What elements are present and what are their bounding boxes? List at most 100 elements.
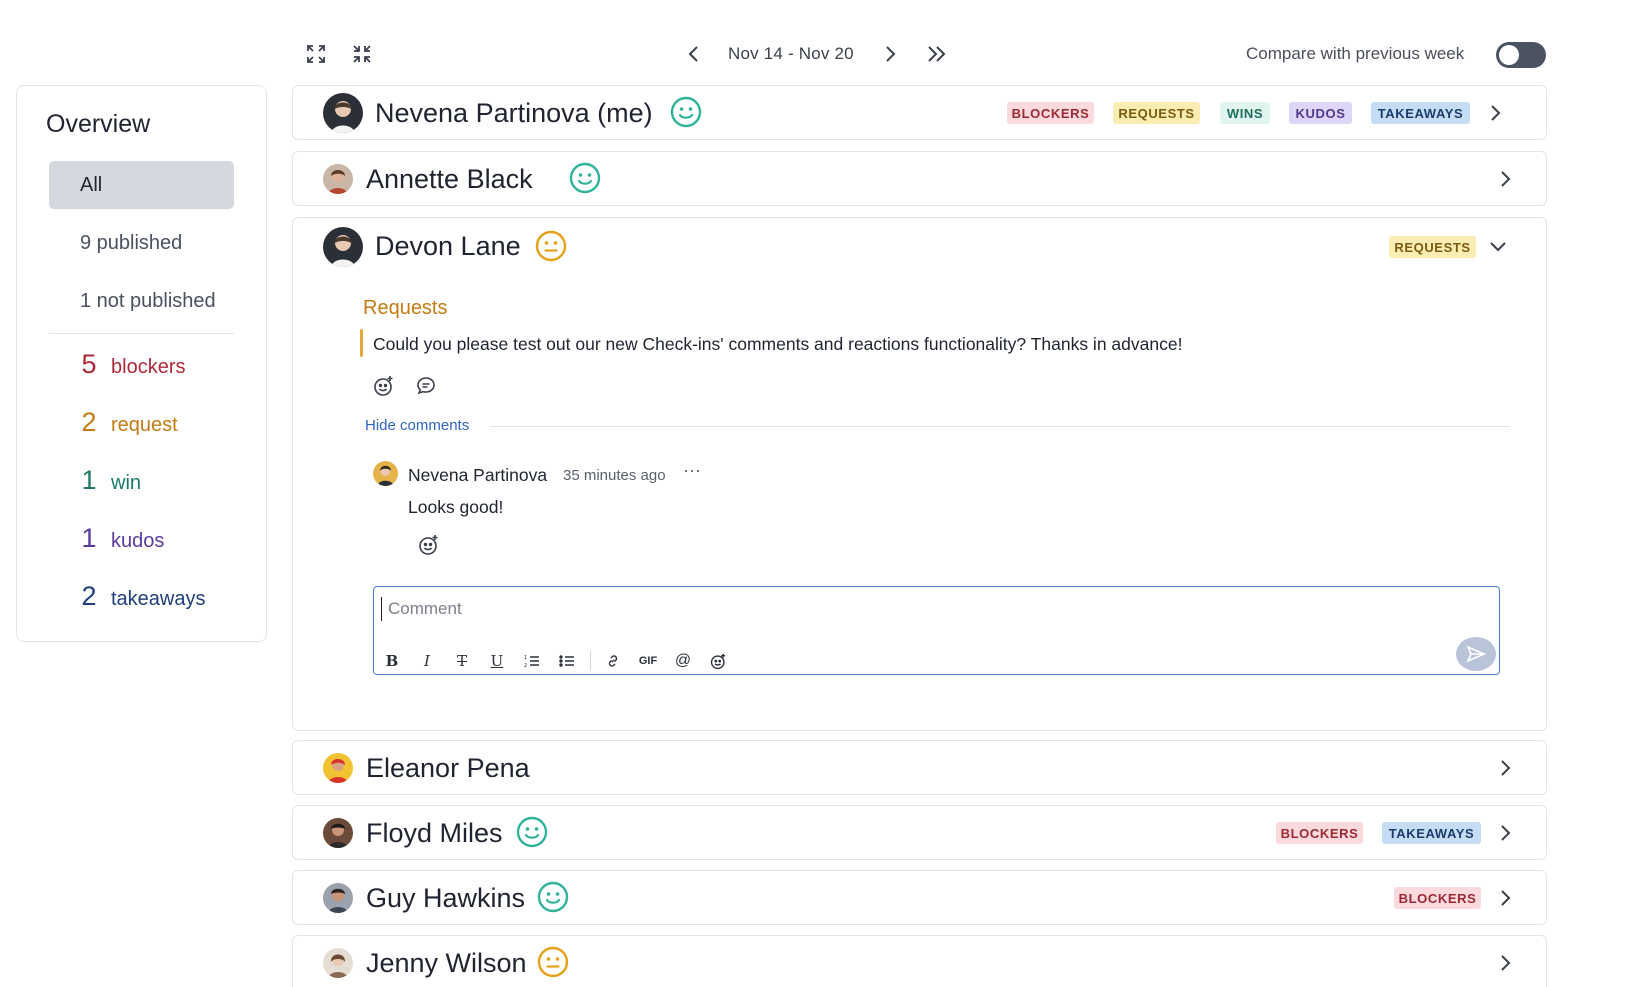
avatar [323, 818, 353, 848]
filter-all[interactable]: All [49, 161, 234, 209]
chevron-right-icon[interactable] [1498, 953, 1512, 973]
count-number: 1 [81, 465, 97, 495]
add-reaction-icon[interactable] [372, 374, 396, 398]
person-card-guy[interactable]: Guy Hawkins BLOCKERS [292, 870, 1547, 925]
count-number: 1 [81, 523, 97, 553]
emoji-icon[interactable] [708, 651, 728, 671]
date-range-label: Nov 14 - Nov 20 [728, 44, 854, 63]
tag-wins: WINS [1220, 102, 1270, 124]
next-week-icon[interactable] [878, 42, 902, 66]
tag-requests: REQUESTS [1389, 236, 1476, 258]
tag-requests: REQUESTS [1113, 102, 1200, 124]
tag-blockers: BLOCKERS [1276, 822, 1363, 844]
overview-sidebar: Overview All 9 published 1 not published… [16, 85, 267, 642]
comment-icon[interactable] [414, 374, 438, 398]
svg-text:2: 2 [524, 663, 527, 669]
chevron-right-icon[interactable] [1498, 888, 1512, 908]
tag-blockers: BLOCKERS [1007, 102, 1094, 124]
ordered-list-icon[interactable]: 12 [522, 651, 542, 671]
count-takeaways[interactable]: 2 takeaways [75, 581, 260, 612]
add-reaction-icon[interactable] [417, 533, 441, 557]
happy-mood-icon [670, 96, 702, 128]
hide-comments-link[interactable]: Hide comments [365, 417, 469, 434]
chevron-right-icon[interactable] [1498, 758, 1512, 778]
neutral-mood-icon [537, 946, 569, 978]
count-label: request [111, 414, 178, 436]
person-name: Floyd Miles [366, 818, 503, 848]
count-label: win [111, 472, 142, 494]
collapse-icon[interactable] [350, 42, 374, 66]
chevron-right-icon[interactable] [1498, 823, 1512, 843]
comment-avatar [373, 461, 398, 486]
person-name: Jenny Wilson [366, 948, 527, 978]
happy-mood-icon [516, 816, 548, 848]
comment-more-options[interactable]: ··· [683, 460, 701, 481]
person-card-nevena[interactable]: Nevena Partinova (me) BLOCKERS REQUESTS … [292, 85, 1547, 140]
gif-icon[interactable]: GIF [638, 651, 658, 671]
chevron-down-icon[interactable] [1488, 239, 1508, 253]
avatar [323, 93, 363, 133]
person-card-annette[interactable]: Annette Black [292, 151, 1547, 206]
bullet-list-icon[interactable] [557, 651, 577, 671]
italic-icon[interactable]: I [417, 651, 437, 671]
person-card-eleanor[interactable]: Eleanor Pena [292, 740, 1547, 795]
count-number: 2 [81, 407, 97, 437]
person-name: Nevena Partinova (me) [375, 98, 653, 128]
jump-to-current-week-icon[interactable] [923, 42, 951, 66]
sidebar-divider [49, 333, 234, 334]
compare-label: Compare with previous week [1246, 44, 1465, 63]
comment-author: Nevena Partinova [408, 465, 548, 485]
count-kudos[interactable]: 1 kudos [75, 523, 260, 554]
person-name: Annette Black [366, 164, 533, 194]
avatar [323, 948, 353, 978]
bold-icon[interactable]: B [382, 651, 402, 671]
chevron-right-icon[interactable] [1498, 169, 1512, 189]
comment-body: Looks good! [408, 497, 504, 517]
toggle-knob [1499, 45, 1519, 65]
mention-icon[interactable]: @ [673, 651, 693, 671]
strikethrough-icon[interactable]: T [452, 651, 472, 671]
comment-timestamp: 35 minutes ago [563, 467, 666, 484]
filter-published[interactable]: 9 published [49, 219, 234, 267]
happy-mood-icon [569, 162, 601, 194]
tag-takeaways: TAKEAWAYS [1382, 822, 1481, 844]
avatar [323, 164, 353, 194]
compare-toggle[interactable] [1496, 42, 1546, 68]
count-label: kudos [111, 530, 165, 552]
person-card-floyd[interactable]: Floyd Miles BLOCKERS TAKEAWAYS [292, 805, 1547, 860]
count-wins[interactable]: 1 win [75, 465, 260, 496]
tag-kudos: KUDOS [1289, 102, 1352, 124]
person-name: Guy Hawkins [366, 883, 526, 913]
count-requests[interactable]: 2 request [75, 407, 260, 438]
send-icon [1466, 645, 1486, 663]
svg-text:1: 1 [524, 655, 527, 661]
happy-mood-icon [537, 881, 569, 913]
comment-editor: B I T U 12 GIF @ [373, 586, 1500, 675]
request-text: Could you please test out our new Check-… [373, 334, 1183, 354]
previous-week-icon[interactable] [682, 42, 706, 66]
link-icon[interactable] [603, 651, 623, 671]
person-name: Eleanor Pena [366, 753, 530, 783]
sidebar-title: Overview [46, 110, 151, 138]
neutral-mood-icon [535, 230, 567, 262]
count-number: 2 [81, 581, 97, 611]
chevron-right-icon[interactable] [1488, 103, 1502, 123]
toolbar-separator [590, 651, 591, 671]
filter-not-published[interactable]: 1 not published [49, 277, 234, 325]
expand-icon[interactable] [304, 42, 328, 66]
avatar [323, 883, 353, 913]
comments-divider [490, 426, 1510, 427]
person-card-jenny[interactable]: Jenny Wilson [292, 935, 1547, 987]
count-blockers[interactable]: 5 blockers [75, 349, 260, 380]
avatar [323, 227, 363, 267]
send-button[interactable] [1456, 637, 1496, 671]
count-number: 5 [81, 349, 97, 379]
tag-takeaways: TAKEAWAYS [1371, 102, 1470, 124]
count-label: takeaways [111, 588, 206, 610]
person-name: Devon Lane [375, 231, 521, 261]
count-label: blockers [111, 356, 186, 378]
request-accent-bar [360, 329, 363, 357]
comment-input[interactable] [381, 597, 1381, 621]
underline-icon[interactable]: U [487, 651, 507, 671]
requests-heading: Requests [363, 297, 448, 319]
